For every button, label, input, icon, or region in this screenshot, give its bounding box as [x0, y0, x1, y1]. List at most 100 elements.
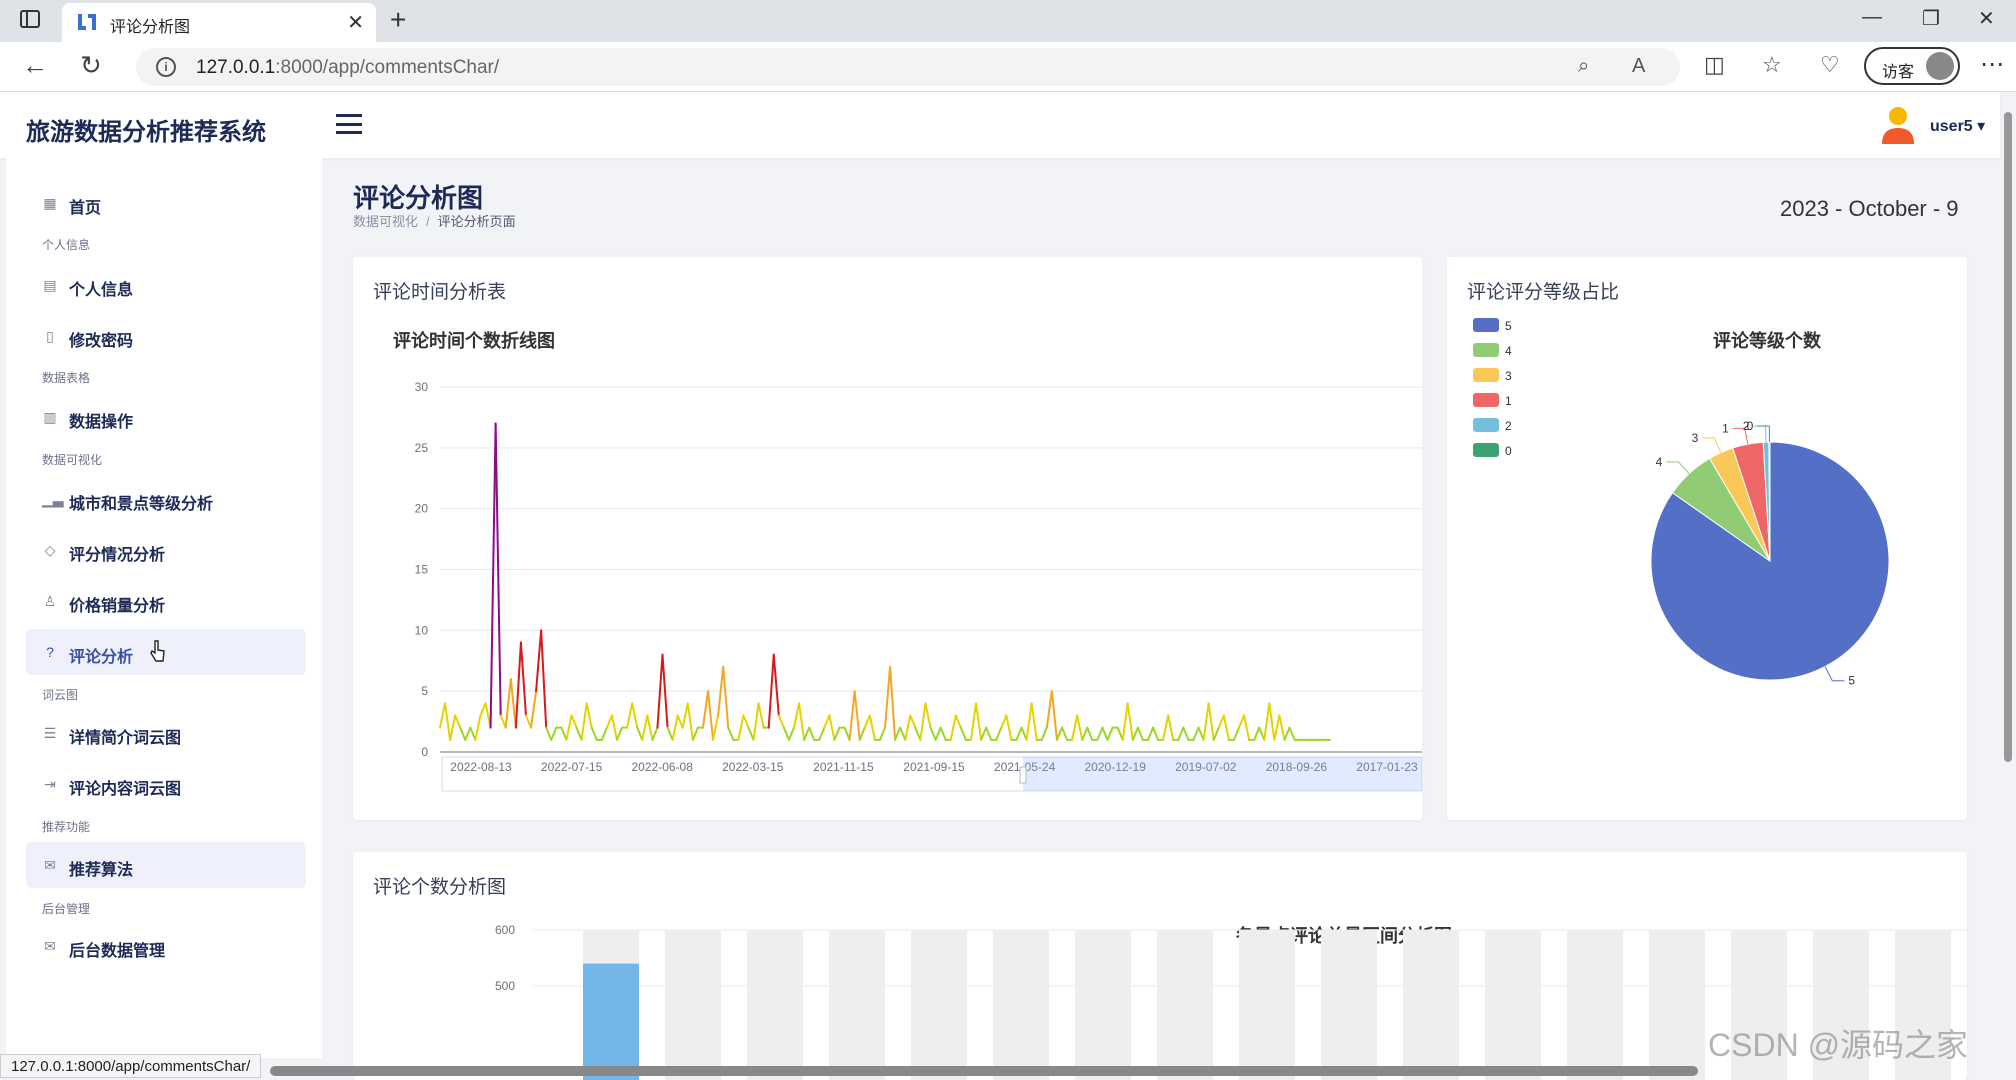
sidebar-item-change-password[interactable]: ▯ 修改密码 [26, 313, 306, 359]
line-segment [833, 726, 841, 741]
line-segment [1207, 702, 1215, 741]
close-tab-icon[interactable]: ✕ [347, 10, 364, 35]
url-text: 127.0.0.1:8000/app/commentsChar/ [196, 57, 500, 78]
line-segment [1106, 726, 1114, 741]
line-segment [1232, 726, 1240, 741]
vertical-scrollbar[interactable] [2004, 112, 2012, 762]
user-avatar-icon[interactable] [1880, 104, 1916, 144]
line-segment [969, 702, 978, 741]
line-segment [954, 714, 962, 729]
pie-slice-label: 1 [1722, 421, 1729, 435]
line-segment [1015, 726, 1023, 741]
y-tick-label: 5 [421, 684, 428, 698]
line-segment [919, 702, 927, 741]
sidebar-item-label: 推荐算法 [69, 862, 134, 879]
sidebar-item-admin[interactable]: ✉ 后台数据管理 [26, 923, 306, 969]
horizontal-scrollbar[interactable] [270, 1066, 1698, 1076]
line-segment [863, 714, 871, 729]
line-segment [590, 726, 598, 741]
address-bar[interactable]: i 127.0.0.1:8000/app/commentsChar/ ⌕ A [136, 48, 1680, 86]
sidebar-item-recommend[interactable]: ✉ 推荐算法 [26, 842, 306, 888]
sidebar-item-city-analysis[interactable]: ▁▃ 城市和景点等级分析 [26, 476, 306, 522]
legend-swatch [1473, 343, 1499, 357]
line-segment [848, 690, 856, 741]
line-segment [519, 641, 527, 717]
datazoom-handle [1019, 766, 1027, 784]
line-segment [904, 714, 912, 741]
sidebar-item-data-operation[interactable]: ▥ 数据操作 [26, 394, 306, 440]
x-tick-label: 2022-08-13 [450, 760, 512, 774]
line-segment [878, 726, 886, 741]
legend-label: 0 [1505, 444, 1512, 458]
line-segment [712, 714, 720, 741]
time-analysis-card: 评论时间分析表 评论时间个数折线图 0 5 10 15 20 25 30 2022-08-13… [353, 257, 1422, 820]
menu-toggle-icon[interactable] [336, 114, 362, 134]
new-tab-icon[interactable]: + [390, 4, 406, 36]
back-icon[interactable]: ← [22, 50, 48, 80]
sidebar-item-label: 后台数据管理 [69, 943, 166, 960]
guest-profile-button[interactable]: 访客 [1864, 47, 1960, 85]
zoom-icon[interactable]: ⌕ [1578, 55, 1589, 78]
line-segment [909, 714, 917, 729]
line-segment [1283, 726, 1291, 741]
question-circle-icon: ? [46, 644, 54, 660]
breadcrumb-current: 评论分析页面 [437, 214, 516, 229]
more-menu-icon[interactable]: ⋯ [1980, 50, 2004, 79]
line-chart[interactable]: 0 5 10 15 20 25 30 2022-08-13 2022-07-15 2022-06-… [353, 257, 1422, 820]
tab-actions-icon[interactable] [20, 10, 40, 28]
x-tick-label: 2022-03-15 [722, 760, 784, 774]
line-segment [580, 702, 588, 741]
line-segment [605, 714, 613, 729]
line-segment [615, 726, 624, 741]
x-tick-label: 2021-11-15 [813, 760, 874, 774]
x-tick-label: 2022-06-08 [632, 760, 694, 774]
line-segment [1202, 702, 1210, 741]
legend-swatch [1473, 368, 1499, 382]
sidebar-item-score-analysis[interactable]: ◇ 评分情况分析 [26, 527, 306, 573]
split-screen-icon[interactable]: ◫ [1704, 52, 1725, 78]
reload-icon[interactable]: ↻ [80, 50, 102, 80]
sidebar-item-price-analysis[interactable]: ♙ 价格销量分析 [26, 578, 306, 624]
sidebar-item-home[interactable]: ▦ 首页 [26, 180, 306, 226]
line-segment [514, 641, 522, 729]
close-window-icon[interactable]: ✕ [1978, 6, 1995, 31]
line-segment [894, 726, 902, 741]
line-segment [530, 690, 538, 729]
line-segment [560, 726, 568, 741]
sidebar-section-label: 词云图 [42, 688, 79, 702]
line-segment [459, 726, 467, 741]
line-segment [479, 702, 487, 717]
sidebar-item-detail-wordcloud[interactable]: ☰ 详情简介词云图 [26, 710, 306, 756]
line-segment [949, 714, 957, 741]
favorites-icon[interactable]: ☆ [1762, 52, 1782, 78]
sidebar-section-label: 个人信息 [42, 238, 91, 252]
line-segment [1192, 726, 1200, 741]
site-info-icon[interactable]: i [156, 57, 176, 77]
sidebar-item-comment-wordcloud[interactable]: ⇥ 评论内容词云图 [26, 761, 306, 807]
line-segment [1263, 702, 1271, 741]
read-aloud-icon[interactable]: A [1632, 55, 1645, 78]
line-segment [959, 726, 967, 741]
line-segment [1197, 726, 1205, 741]
line-segment [818, 726, 826, 741]
minimize-icon[interactable]: — [1862, 6, 1882, 29]
pie-chart[interactable]: 5431205431 20 [1447, 257, 1967, 820]
line-segment [1182, 726, 1190, 741]
line-segment [1131, 726, 1139, 741]
line-segment [707, 690, 715, 741]
restore-icon[interactable]: ❐ [1922, 6, 1940, 31]
browser-essentials-icon[interactable]: ♡ [1820, 52, 1840, 78]
line-segment [727, 726, 735, 741]
legend-label: 4 [1505, 344, 1512, 358]
line-segment [1222, 714, 1230, 741]
mail-icon: ✉ [44, 857, 56, 873]
breadcrumb-parent[interactable]: 数据可视化 [353, 214, 418, 229]
user-icon: ♙ [43, 593, 57, 609]
sidebar-item-comment-analysis[interactable]: ? 评论分析 [26, 629, 306, 675]
sidebar-item-profile[interactable]: ▤ 个人信息 [26, 262, 306, 308]
user-menu[interactable]: user5 ▾ [1930, 116, 1985, 136]
line-segment [524, 714, 533, 729]
sidebar-item-label: 数据操作 [69, 414, 134, 431]
browser-tab[interactable]: 评论分析图 ✕ [62, 3, 376, 42]
datazoom-selection [1023, 757, 1422, 791]
